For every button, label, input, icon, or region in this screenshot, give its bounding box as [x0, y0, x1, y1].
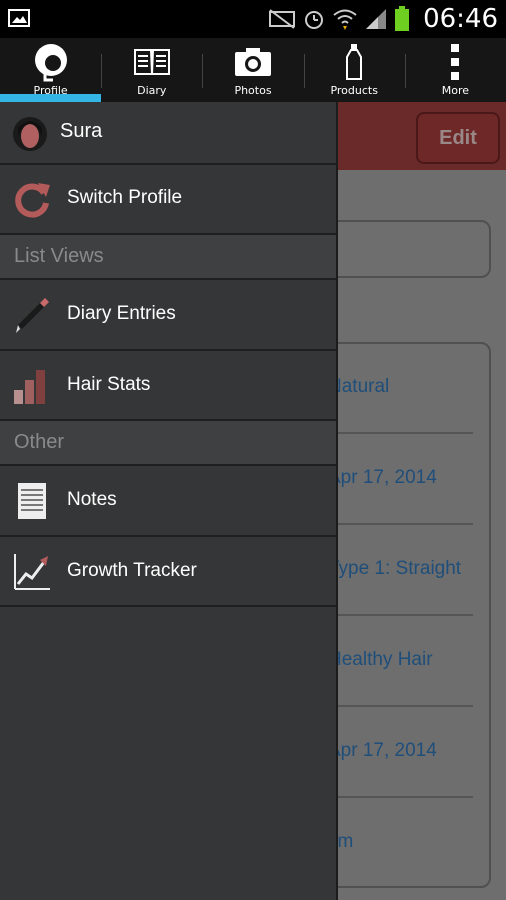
drawer-edge [336, 102, 338, 900]
section-label: Other [14, 431, 65, 453]
detail-value: Type 1: Straight [338, 558, 462, 579]
tab-label: Photos [234, 84, 272, 97]
switch-profile-item[interactable]: Switch Profile [0, 164, 338, 234]
item-label: Hair Stats [67, 374, 151, 395]
item-label: Growth Tracker [67, 560, 197, 581]
top-tab-bar: Profile Diary Photos Products More [0, 38, 506, 102]
notepad-icon [12, 481, 52, 521]
item-label: Notes [67, 489, 117, 510]
mute-icon [268, 8, 296, 35]
section-label: List Views [14, 245, 104, 267]
section-header-other: Other [0, 421, 338, 465]
tab-products[interactable]: Products [303, 38, 405, 102]
tab-photos[interactable]: Photos [202, 38, 303, 102]
name-card [338, 220, 491, 278]
divider [338, 796, 473, 798]
camera-icon [234, 42, 272, 82]
tab-diary[interactable]: Diary [101, 38, 202, 102]
overflow-dots-icon [450, 42, 460, 82]
wifi-icon [332, 7, 358, 36]
afro-head-icon [31, 42, 71, 82]
pencil-icon [12, 295, 52, 335]
signal-icon [364, 7, 388, 36]
divider [338, 705, 473, 707]
gallery-notification-icon [8, 9, 30, 32]
tab-label: Diary [137, 84, 167, 97]
bar-chart-icon [12, 366, 52, 406]
clock: 06:46 [423, 4, 498, 34]
status-bar: 06:46 [0, 0, 506, 38]
navigation-drawer: Sura Switch Profile List Views Diary Ent… [0, 102, 338, 900]
detail-value: Natural [338, 376, 390, 397]
detail-value: Healthy Hair [338, 649, 433, 670]
divider [338, 614, 473, 616]
avatar-icon [12, 116, 48, 157]
section-header-list-views: List Views [0, 235, 338, 279]
edit-button[interactable]: Edit [416, 112, 500, 164]
divider [0, 605, 338, 607]
refresh-icon [12, 179, 52, 219]
divider [338, 523, 473, 525]
details-card: Natural Apr 17, 2014 Type 1: Straight He… [338, 342, 491, 888]
profile-content: Edit Natural Apr 17, 2014 Type 1: Straig… [338, 102, 506, 900]
detail-value: cm [338, 831, 354, 852]
content-header: Edit [338, 102, 506, 170]
hair-stats-item[interactable]: Hair Stats [0, 351, 338, 421]
book-icon [133, 42, 171, 82]
detail-value: Apr 17, 2014 [338, 467, 437, 488]
item-label: Switch Profile [67, 187, 183, 208]
growth-tracker-item[interactable]: Growth Tracker [0, 537, 338, 607]
item-label: Diary Entries [67, 303, 176, 324]
selected-tab-indicator [0, 94, 101, 102]
tab-label: Products [330, 84, 378, 97]
tab-more[interactable]: More [404, 38, 506, 102]
battery-icon [394, 6, 410, 37]
trend-chart-icon [12, 552, 52, 592]
tab-profile[interactable]: Profile [0, 38, 101, 102]
tab-label: More [441, 84, 470, 97]
bottle-icon [344, 42, 364, 82]
profile-name: Sura [60, 120, 103, 142]
notes-item[interactable]: Notes [0, 466, 338, 536]
detail-value: Apr 17, 2014 [338, 740, 437, 761]
alarm-icon [302, 7, 326, 36]
diary-entries-item[interactable]: Diary Entries [0, 280, 338, 350]
drawer-profile-header[interactable]: Sura [0, 102, 338, 164]
divider [338, 432, 473, 434]
